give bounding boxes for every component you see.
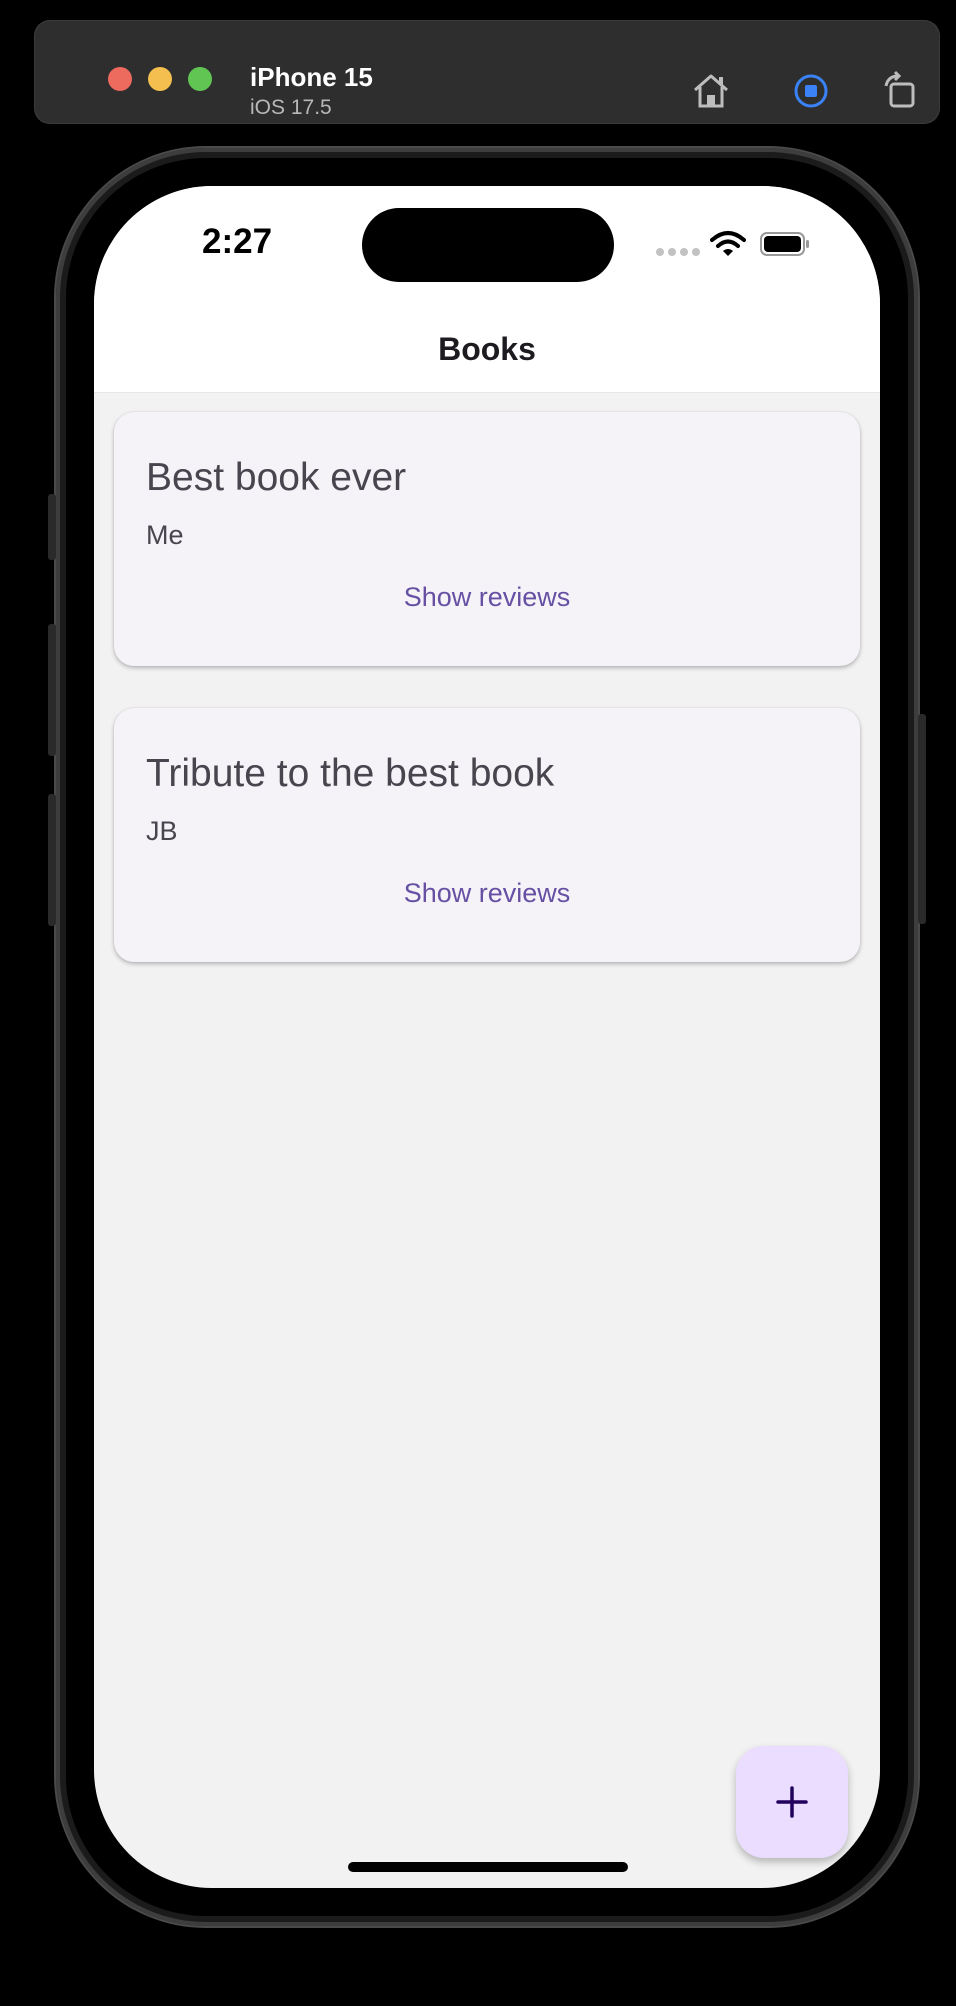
rotate-icon[interactable] (880, 70, 922, 112)
status-bar: 2:27 (94, 186, 880, 306)
book-card: Tribute to the best book JB Show reviews (114, 708, 860, 962)
device-os-version: iOS 17.5 (250, 96, 332, 119)
volume-down-button[interactable] (48, 794, 56, 926)
power-button[interactable] (918, 714, 926, 924)
minimize-window-button[interactable] (148, 67, 172, 91)
home-icon[interactable] (690, 70, 732, 112)
zoom-window-button[interactable] (188, 67, 212, 91)
dynamic-island (362, 208, 614, 282)
book-author: Me (146, 520, 184, 550)
close-window-button[interactable] (108, 67, 132, 91)
book-title: Best book ever (146, 456, 407, 499)
status-time: 2:27 (202, 222, 273, 261)
device-screen: 2:27 Books Best book ever Me Show review… (94, 186, 880, 1888)
book-author: JB (146, 816, 178, 846)
device-name: iPhone 15 (250, 62, 373, 92)
wifi-icon (710, 231, 746, 256)
action-button[interactable] (48, 494, 56, 560)
simulator-toolbar: iPhone 15 iOS 17.5 (34, 20, 940, 124)
show-reviews-button[interactable]: Show reviews (114, 582, 860, 613)
show-reviews-button[interactable]: Show reviews (114, 878, 860, 909)
volume-up-button[interactable] (48, 624, 56, 756)
screenshot-record-icon[interactable] (790, 70, 832, 112)
add-book-button[interactable] (736, 1746, 848, 1858)
battery-icon (760, 232, 809, 256)
page-title: Books (438, 330, 536, 367)
book-card: Best book ever Me Show reviews (114, 412, 860, 666)
plus-icon (776, 1786, 808, 1818)
home-indicator[interactable] (348, 1862, 628, 1872)
signal-dots-icon (656, 248, 700, 256)
app-bar: Books (94, 306, 880, 393)
book-title: Tribute to the best book (146, 752, 555, 795)
